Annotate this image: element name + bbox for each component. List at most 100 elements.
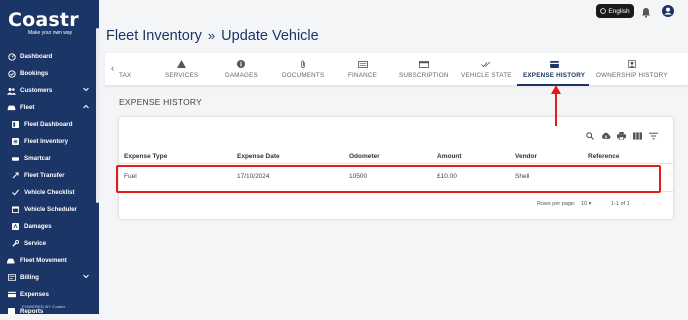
- column-header-expense-type[interactable]: Expense Type: [124, 153, 167, 160]
- sidebar-item-expenses[interactable]: Expenses: [0, 286, 99, 303]
- sidebar-item-label: Billing: [20, 274, 39, 281]
- sidebar-item-damages[interactable]: Damages: [0, 218, 99, 235]
- sidebar-item-fleet-dashboard[interactable]: Fleet Dashboard: [0, 116, 99, 133]
- search-icon[interactable]: [586, 127, 594, 145]
- column-header-amount[interactable]: Amount: [437, 153, 462, 160]
- sidebar-item-label: Fleet Inventory: [24, 138, 69, 145]
- language-button[interactable]: English: [596, 4, 634, 18]
- sidebar-nav: Dashboard Bookings Customers Fleet Fleet…: [0, 48, 99, 320]
- brand-tagline: Make your own way: [28, 30, 73, 36]
- wrench-icon: [11, 239, 20, 248]
- sidebar-item-label: Smartcar: [24, 155, 51, 162]
- sidebar-item-label: Expenses: [20, 291, 49, 298]
- check-circle-icon: [7, 69, 16, 78]
- column-header-expense-date[interactable]: Expense Date: [237, 153, 280, 160]
- brand-name: Coastr: [8, 9, 79, 31]
- sidebar-item-service[interactable]: Service: [0, 235, 99, 252]
- sidebar-item-label: Service: [24, 240, 47, 247]
- sidebar-item-fleet[interactable]: Fleet: [0, 99, 99, 116]
- chevron-down-icon: [83, 274, 89, 281]
- brand-logo[interactable]: Coastr Make your own way: [8, 10, 92, 36]
- subscription-icon: [418, 59, 429, 69]
- language-label: English: [608, 7, 630, 15]
- sidebar-item-label: Dashboard: [20, 53, 53, 60]
- sidebar-item-label: Fleet Movement: [20, 257, 67, 264]
- sidebar-item-dashboard[interactable]: Dashboard: [0, 48, 99, 65]
- sidebar-item-fleet-transfer[interactable]: Fleet Transfer: [0, 167, 99, 184]
- tab-label: TAX: [119, 72, 132, 79]
- annotation-arrow-icon: [551, 85, 561, 126]
- tabs-scroll-left-icon[interactable]: ‹: [111, 63, 114, 73]
- tab-label: OWNERSHIP HISTORY: [596, 72, 668, 79]
- people-icon: [7, 86, 16, 95]
- sidebar-item-label: Vehicle Scheduler: [24, 206, 77, 213]
- damage-icon: [11, 222, 20, 231]
- print-icon[interactable]: [617, 127, 626, 145]
- dashboard-icon: [11, 120, 20, 129]
- attachment-icon: [300, 59, 306, 69]
- column-header-vendor[interactable]: Vendor: [515, 153, 537, 160]
- ownership-icon: [627, 59, 636, 69]
- cloud-download-icon[interactable]: [601, 127, 611, 145]
- sidebar-item-label: Fleet Transfer: [24, 172, 65, 179]
- tab-damages[interactable]: DAMAGES: [225, 59, 258, 85]
- sidebar: Coastr Make your own way Dashboard Booki…: [0, 0, 99, 315]
- page-title: Fleet Inventory » Update Vehicle: [106, 28, 319, 44]
- next-page-icon[interactable]: ›: [659, 201, 661, 207]
- sidebar-item-label: Vehicle Checklist: [24, 189, 75, 196]
- powered-by: POWERED BY Coastr: [22, 304, 66, 309]
- tab-label: DAMAGES: [225, 72, 258, 79]
- calendar-icon: [11, 205, 20, 214]
- transfer-icon: [11, 171, 20, 180]
- tab-tax[interactable]: TAX: [119, 59, 131, 85]
- sidebar-item-bookings[interactable]: Bookings: [0, 65, 99, 82]
- rows-per-page-value: 10: [581, 201, 588, 207]
- sidebar-item-customers[interactable]: Customers: [0, 82, 99, 99]
- billing-icon: [7, 273, 16, 282]
- sidebar-item-label: Damages: [24, 223, 52, 230]
- sidebar-item-fleet-inventory[interactable]: Fleet Inventory: [0, 133, 99, 150]
- report-icon: [7, 307, 16, 316]
- sidebar-item-label: Fleet: [20, 104, 35, 111]
- sidebar-item-label: Fleet Dashboard: [24, 121, 73, 128]
- tab-label: SERVICES: [165, 72, 199, 79]
- sidebar-item-vehicle-checklist[interactable]: Vehicle Checklist: [0, 184, 99, 201]
- chevron-down-icon: [83, 87, 89, 94]
- rows-per-page-label: Rows per page:: [537, 201, 576, 207]
- tab-ownership-history[interactable]: OWNERSHIP HISTORY: [596, 59, 668, 85]
- sidebar-item-label: Customers: [20, 87, 53, 94]
- list-icon: [11, 137, 20, 146]
- sidebar-item-vehicle-scheduler[interactable]: Vehicle Scheduler: [0, 201, 99, 218]
- tab-label: DOCUMENTS: [282, 72, 325, 79]
- finance-icon: [357, 59, 368, 69]
- tab-subscription[interactable]: SUBSCRIPTION: [399, 59, 449, 85]
- bell-icon[interactable]: [641, 5, 651, 23]
- wallet-icon: [7, 290, 16, 299]
- gauge-icon: [7, 52, 16, 61]
- card-icon: [549, 59, 559, 69]
- column-header-odometer[interactable]: Odometer: [349, 153, 380, 160]
- sidebar-item-fleet-movement[interactable]: Fleet Movement: [0, 252, 99, 269]
- breadcrumb-parent[interactable]: Fleet Inventory: [106, 28, 202, 44]
- prev-page-icon[interactable]: ‹: [643, 201, 645, 207]
- sidebar-item-smartcar[interactable]: Smartcar: [0, 150, 99, 167]
- tab-documents[interactable]: DOCUMENTS: [282, 59, 324, 85]
- section-title: EXPENSE HISTORY: [119, 97, 202, 107]
- tab-finance[interactable]: FINANCE: [348, 59, 377, 85]
- sidebar-item-billing[interactable]: Billing: [0, 269, 99, 286]
- highlight-box: [116, 165, 661, 193]
- user-avatar-icon[interactable]: [662, 4, 674, 22]
- header-divider: [119, 163, 673, 164]
- services-icon: [177, 59, 187, 69]
- globe-icon: [600, 8, 607, 14]
- rows-per-page-select[interactable]: 10 ▾: [581, 201, 591, 207]
- chevron-up-icon: [83, 104, 89, 111]
- tab-vehicle-state[interactable]: VEHICLE STATE: [461, 59, 512, 85]
- view-columns-icon[interactable]: [633, 127, 642, 145]
- tab-services[interactable]: SERVICES: [165, 59, 198, 85]
- info-icon: [237, 59, 246, 69]
- tab-label: FINANCE: [348, 72, 378, 79]
- pagination-range: 1-1 of 1: [611, 201, 630, 207]
- filter-icon[interactable]: [649, 127, 658, 145]
- column-header-reference[interactable]: Reference: [588, 153, 619, 160]
